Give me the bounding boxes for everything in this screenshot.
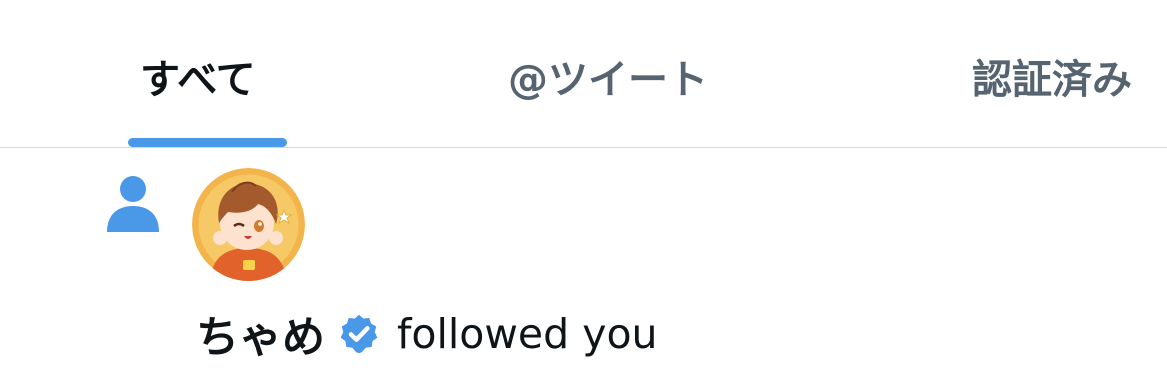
notification-text: ちゃめ followed you [196, 304, 658, 364]
notifications-tab-bar: すべて @ツイート 認証済み [0, 0, 1167, 148]
tab-all[interactable]: すべて [140, 50, 256, 110]
tab-verified[interactable]: 認証済み [972, 50, 1132, 110]
notification-action-text: followed you [397, 310, 658, 358]
verified-badge-icon [340, 314, 378, 354]
person-icon [107, 176, 159, 232]
user-name[interactable]: ちゃめ [196, 303, 325, 365]
tab-mentions[interactable]: @ツイート [508, 50, 708, 110]
active-tab-indicator [128, 138, 287, 147]
user-avatar[interactable] [192, 168, 305, 281]
